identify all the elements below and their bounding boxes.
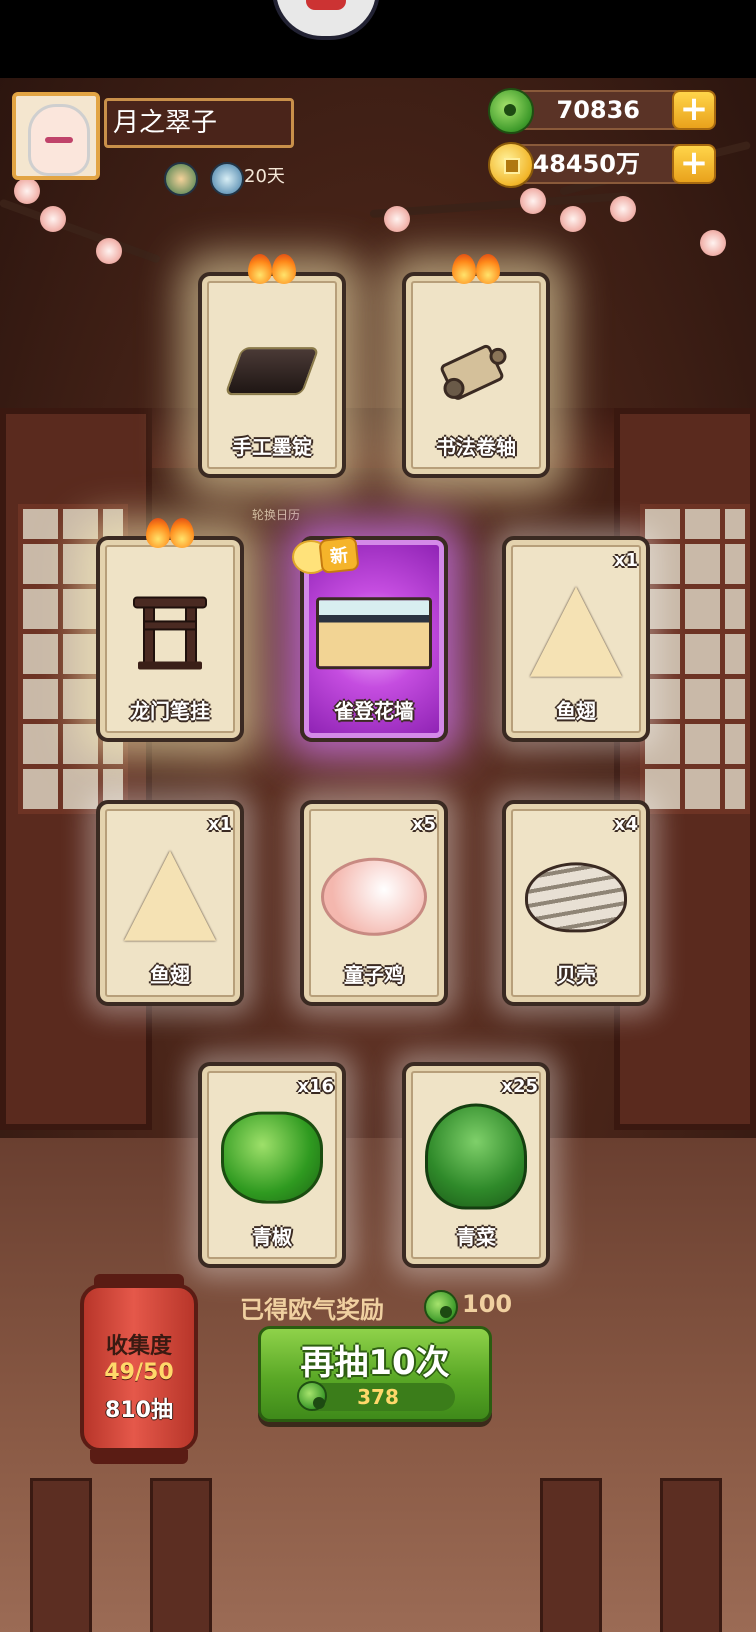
days-count: 20天 bbox=[244, 166, 285, 187]
card-label: 鱼翅 bbox=[150, 963, 190, 987]
blossom-icon bbox=[14, 178, 40, 204]
card-label: 青菜 bbox=[456, 1225, 496, 1249]
card-quantity: x1 bbox=[613, 550, 638, 571]
card-label: 雀登花墙 bbox=[334, 699, 414, 723]
collection-draws: 810抽 bbox=[105, 1398, 173, 1423]
railing-post bbox=[540, 1478, 602, 1632]
card-scroll[interactable]: 书法卷轴 bbox=[402, 254, 550, 478]
card-flower-wall[interactable]: 新 雀登花墙 bbox=[292, 536, 448, 742]
card-green-pepper[interactable]: x16 青椒 bbox=[198, 1062, 346, 1268]
player-name: 月之翠子 bbox=[104, 98, 294, 148]
blossom-icon bbox=[560, 206, 586, 232]
scroll-icon bbox=[440, 344, 507, 400]
blossom-icon bbox=[700, 230, 726, 256]
left-door-panel bbox=[0, 408, 152, 1130]
brush-rack-icon bbox=[133, 596, 207, 670]
railing-post bbox=[660, 1478, 722, 1632]
flower-wall-icon bbox=[316, 597, 432, 670]
draw-again-button[interactable]: 再抽10次 378 bbox=[258, 1326, 492, 1422]
buff-icon[interactable] bbox=[164, 162, 198, 196]
blossom-icon bbox=[384, 206, 410, 232]
railing-post bbox=[150, 1478, 212, 1632]
player-avatar[interactable] bbox=[12, 92, 100, 180]
card-quantity: x25 bbox=[501, 1076, 538, 1097]
coin-icon bbox=[488, 142, 534, 188]
blossom-branch bbox=[0, 198, 162, 264]
card-quantity: x16 bbox=[297, 1076, 334, 1097]
collection-progress: 49/50 bbox=[104, 1360, 174, 1385]
hot-flame-icon bbox=[142, 518, 198, 550]
shark-fin-icon bbox=[124, 850, 216, 941]
reward-value: 100 bbox=[462, 1290, 513, 1318]
card-label: 鱼翅 bbox=[556, 699, 596, 723]
add-jade-button[interactable]: + bbox=[672, 90, 716, 130]
jade-icon bbox=[424, 1290, 458, 1324]
card-shark-fin[interactable]: x1 鱼翅 bbox=[96, 800, 244, 1006]
blossom-icon bbox=[40, 206, 66, 232]
shark-fin-icon bbox=[530, 586, 622, 677]
chicken-icon bbox=[321, 857, 427, 936]
card-shark-fin[interactable]: x1 鱼翅 bbox=[502, 536, 650, 742]
card-chicken[interactable]: x5 童子鸡 bbox=[300, 800, 448, 1006]
card-quantity: x5 bbox=[411, 814, 436, 835]
hot-flame-icon bbox=[244, 254, 300, 286]
reward-label: 已得欧气奖励 bbox=[240, 1296, 384, 1324]
card-quantity: x1 bbox=[207, 814, 232, 835]
green-pepper-icon bbox=[221, 1111, 323, 1204]
card-label: 手工墨锭 bbox=[232, 435, 312, 459]
card-label: 童子鸡 bbox=[344, 963, 404, 987]
right-door-panel bbox=[614, 408, 756, 1130]
card-label: 书法卷轴 bbox=[436, 435, 516, 459]
shell-icon bbox=[525, 862, 627, 933]
card-bok-choy[interactable]: x25 青菜 bbox=[402, 1062, 550, 1268]
railing-post bbox=[30, 1478, 92, 1632]
status-bar-area bbox=[0, 0, 756, 78]
coin-amount: 148450万 bbox=[515, 150, 640, 178]
card-label: 贝壳 bbox=[556, 963, 596, 987]
calendar-buff-icon[interactable] bbox=[210, 162, 244, 196]
jade-icon bbox=[297, 1381, 327, 1411]
card-brush-rack[interactable]: 龙门笔挂 bbox=[96, 518, 244, 742]
card-shell[interactable]: x4 贝壳 bbox=[502, 800, 650, 1006]
blossom-icon bbox=[520, 188, 546, 214]
bok-choy-icon bbox=[425, 1103, 527, 1210]
add-coins-button[interactable]: + bbox=[672, 144, 716, 184]
jade-icon bbox=[488, 88, 534, 134]
card-label: 龙门笔挂 bbox=[130, 699, 210, 723]
collection-title: 收集度 bbox=[105, 1334, 172, 1359]
card-label: 青椒 bbox=[252, 1225, 292, 1249]
card-quantity: x4 bbox=[613, 814, 638, 835]
ink-stick-icon bbox=[224, 347, 320, 396]
hot-flame-icon bbox=[448, 254, 504, 286]
calendar-label: 轮换日历 bbox=[252, 508, 301, 522]
blossom-icon bbox=[610, 196, 636, 222]
jade-amount: 70836 bbox=[556, 96, 641, 124]
mascot-head-icon bbox=[272, 0, 380, 40]
draw-again-label: 再抽10次 bbox=[300, 1343, 450, 1383]
avatar-face-icon bbox=[28, 104, 90, 176]
blossom-icon bbox=[96, 238, 122, 264]
card-ink-stick[interactable]: 手工墨锭 bbox=[198, 254, 346, 478]
new-badge: 新 bbox=[292, 532, 384, 576]
collection-lantern[interactable]: 收集度 49/50 810抽 bbox=[80, 1274, 198, 1464]
new-badge-text: 新 bbox=[318, 536, 360, 574]
